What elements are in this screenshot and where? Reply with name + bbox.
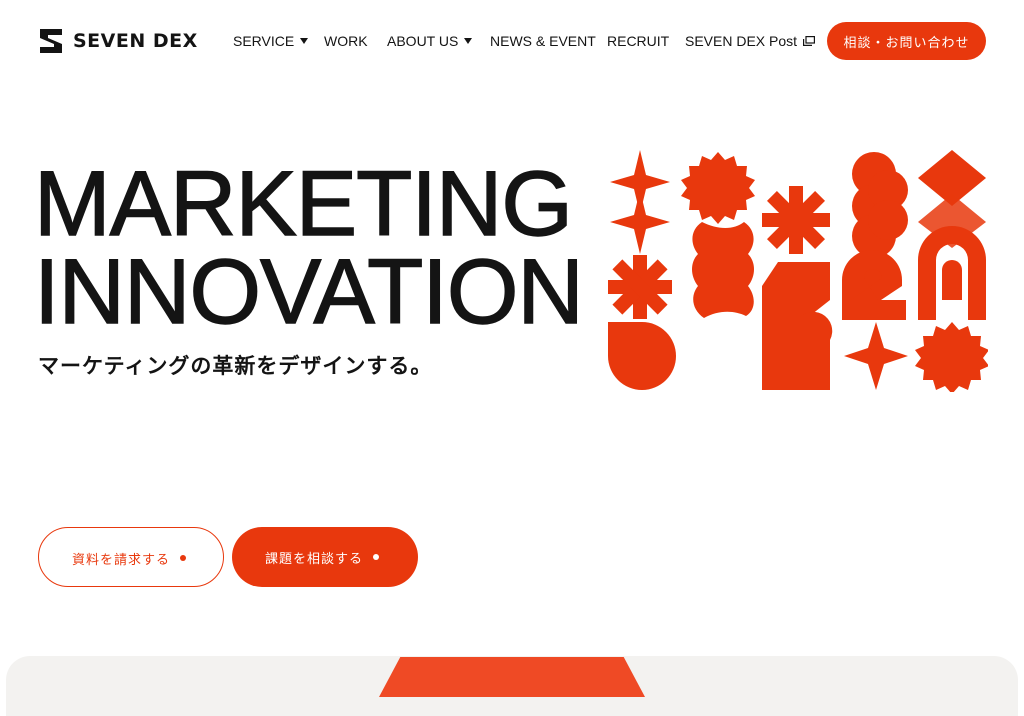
next-section-accent	[379, 657, 645, 697]
half-circle-shape	[608, 322, 676, 390]
hero-title-line-2: INNOVATION	[33, 241, 584, 343]
request-docs-label: 資料を請求する	[72, 552, 171, 567]
dot-icon	[373, 554, 379, 560]
nav-recruit[interactable]: RECRUIT	[607, 33, 669, 49]
nav-service[interactable]: SERVICE	[233, 33, 309, 49]
arch-shape	[942, 260, 962, 300]
hero-title-line-1: MARKETING	[33, 153, 573, 255]
nav-service-label: SERVICE	[233, 33, 295, 49]
contact-button[interactable]: 相談・お問い合わせ	[827, 22, 986, 60]
sparkle-shape	[844, 322, 908, 390]
asterisk-shape	[762, 186, 830, 254]
nav-news-event-label: NEWS & EVENT	[490, 33, 596, 49]
circle-shape	[868, 200, 908, 240]
site-header: SEVEN DEX SERVICE WORK ABOUT US NEWS & E…	[0, 0, 1024, 82]
consult-label: 課題を相談する	[265, 551, 364, 566]
starburst-shape	[681, 152, 755, 224]
nav-about-us-label: ABOUT US	[387, 33, 459, 49]
asterisk-shape	[608, 255, 672, 319]
heart-arch-shape	[762, 311, 833, 390]
external-window-icon	[803, 36, 816, 46]
flower-shape	[692, 222, 754, 318]
hero-title: MARKETING INNOVATION	[33, 153, 584, 343]
consult-button[interactable]: 課題を相談する	[232, 527, 418, 587]
sparkle-shape	[610, 190, 670, 254]
request-docs-button[interactable]: 資料を請求する	[38, 527, 224, 587]
hero-shapes-art	[608, 150, 988, 392]
parallelogram-shape	[762, 262, 830, 322]
hero-subtitle: マーケティングの革新をデザインする。	[38, 355, 433, 378]
starburst-shape	[915, 322, 988, 392]
nav-post[interactable]: SEVEN DEX Post	[685, 33, 816, 49]
nav-news-event[interactable]: NEWS & EVENT	[490, 33, 596, 49]
nav-work[interactable]: WORK	[324, 33, 368, 49]
nav-about-us[interactable]: ABOUT US	[387, 33, 473, 49]
caret-down-icon	[464, 38, 473, 44]
dot-icon	[180, 555, 186, 561]
caret-down-icon	[300, 38, 309, 44]
nav-recruit-label: RECRUIT	[607, 33, 670, 49]
nav-work-label: WORK	[324, 33, 368, 49]
nav-post-label: SEVEN DEX Post	[685, 33, 798, 49]
